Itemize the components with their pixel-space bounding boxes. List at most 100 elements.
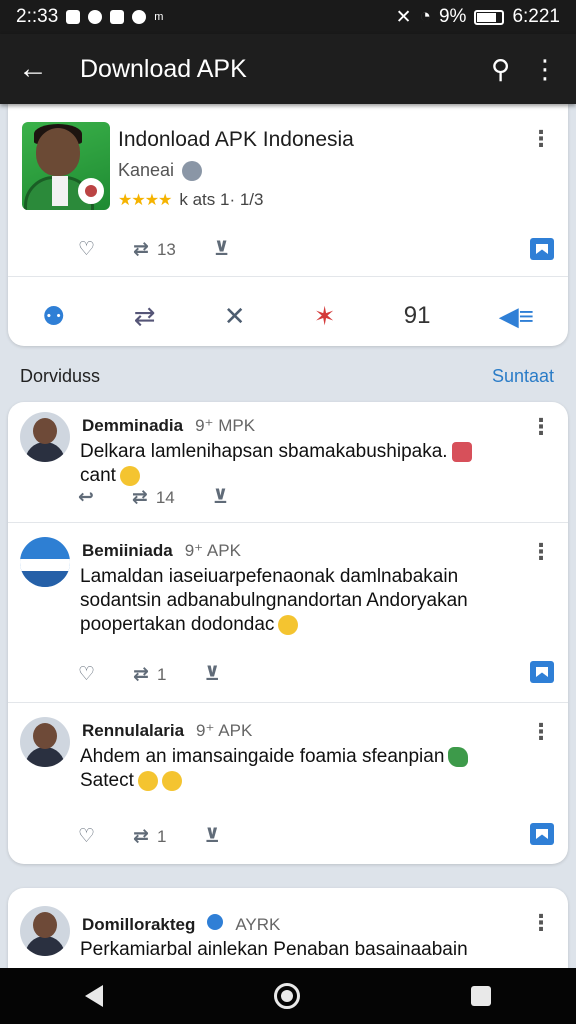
- post-header: Domillorakteg AYRK: [82, 914, 280, 935]
- post-menu-icon[interactable]: ⋮: [530, 414, 552, 440]
- post-text-line: Satect: [80, 770, 134, 791]
- battery-icon: [474, 9, 505, 25]
- wink-emoji-icon: [137, 770, 158, 791]
- post-text-line: Lamaldan iaseiuarpefenaonak damlnabakain: [80, 566, 459, 587]
- bookmark-icon[interactable]: [530, 823, 554, 845]
- share-button[interactable]: ⊻: [204, 825, 219, 848]
- repost-button[interactable]: ⇄ 13: [133, 238, 176, 261]
- post-text-line: poopertakan dodondac: [80, 614, 275, 635]
- heart-icon: ♡: [78, 826, 96, 847]
- post-item[interactable]: Bemiiniada 9⁺ APK ⋮ Lamaldan iaseiuarpef…: [8, 523, 568, 703]
- bookmark-icon[interactable]: [530, 661, 554, 683]
- author-name[interactable]: Domillorakteg: [82, 915, 195, 935]
- post-body: Ahdem an imansaingaide foamia sfeanpian …: [80, 745, 540, 793]
- like-button[interactable]: ♡: [78, 663, 95, 686]
- repost-icon: ⇄: [131, 487, 148, 508]
- repost-icon: ⇄: [133, 239, 149, 260]
- section-title: Dorviduss: [20, 366, 101, 386]
- share-icon: ⊻: [204, 826, 220, 847]
- nav-recents-icon[interactable]: [470, 986, 491, 1006]
- smile-emoji-icon: [119, 465, 140, 486]
- section-link[interactable]: Suntaat: [492, 366, 554, 387]
- location-icon: [132, 10, 147, 24]
- post-text-line: sodantsin adbanabulngnandortan Andoryaka…: [80, 590, 468, 611]
- developer-name: Kaneai: [118, 160, 175, 180]
- card-menu-icon[interactable]: ⋮: [530, 126, 552, 152]
- repost-icon: ⇄: [133, 664, 149, 685]
- share-icon: ⊻: [213, 239, 230, 260]
- post-menu-icon[interactable]: ⋮: [530, 910, 552, 936]
- people-icon[interactable]: ⚉: [42, 301, 65, 332]
- post-menu-icon[interactable]: ⋮: [530, 539, 552, 565]
- reply-button[interactable]: ↩: [78, 486, 94, 509]
- like-button[interactable]: ♡: [78, 825, 95, 848]
- author-tag: 9⁺ APK: [184, 541, 241, 560]
- like-button[interactable]: ♡: [78, 238, 95, 261]
- post-stat-row: ♡ ⇄ 1 ⊻: [78, 663, 258, 686]
- feed-card: Demminadia 9⁺ MPK ⋮ Delkara lamlenihapsa…: [8, 402, 568, 864]
- mute-icon: ✕: [395, 6, 412, 28]
- post-header: Bemiiniada 9⁺ APK: [82, 541, 241, 561]
- section-header: Dorviduss Suntaat: [20, 366, 554, 387]
- author-name[interactable]: Demminadia: [82, 416, 183, 436]
- post-item[interactable]: Demminadia 9⁺ MPK ⋮ Delkara lamlenihapsa…: [8, 402, 568, 522]
- share-icon: ⊻: [204, 664, 220, 685]
- nav-back-icon[interactable]: [85, 985, 104, 1007]
- bookmark-icon[interactable]: [530, 238, 554, 260]
- post-body: Delkara lamlenihapsan sbamakabushipaka. …: [80, 440, 540, 488]
- app-developer: Kaneai: [118, 160, 203, 181]
- app-stat-row: ♡ ⇄ 13 ⊻: [78, 238, 267, 261]
- author-tag: 9⁺ MPK: [195, 416, 256, 435]
- more-vert-icon[interactable]: ⋮: [532, 54, 558, 85]
- badge-icon: [78, 178, 104, 204]
- status-bar: 2::33 m ✕ ◔ 9% 6:221: [0, 0, 576, 34]
- avatar[interactable]: [20, 412, 70, 462]
- repost-count: 1: [156, 664, 167, 684]
- battery-percent: 9%: [438, 6, 467, 27]
- rating-text: k ats 1· 1/3: [179, 190, 264, 209]
- status-clock: 6:221: [512, 6, 560, 27]
- back-arrow-icon[interactable]: ←: [18, 52, 64, 86]
- author-name[interactable]: Rennulalaria: [82, 721, 184, 741]
- post-stat-row: ↩ ⇄ 14 ⊻: [78, 486, 266, 509]
- post-text-line: Perkamiarbal ainlekan Penaban basainaaba…: [80, 939, 468, 960]
- repost-icon: ⇄: [133, 826, 149, 847]
- party-emoji-icon: [278, 614, 299, 635]
- x-icon[interactable]: ✕: [224, 301, 246, 332]
- avatar[interactable]: [20, 906, 70, 956]
- nav-home-icon[interactable]: [273, 983, 300, 1009]
- list-arrow-icon[interactable]: ◀≡: [499, 301, 534, 332]
- share-icon: ⊻: [212, 487, 229, 508]
- share-row: ⚉ ⇄ ✕ ✶ 91 ◀≡: [8, 292, 568, 340]
- repost-button[interactable]: ⇄ 14: [132, 486, 175, 509]
- share-button[interactable]: ⊻: [214, 238, 229, 261]
- heart-emoji-icon: [451, 441, 472, 462]
- verified-icon: [182, 160, 203, 181]
- app-icon[interactable]: [22, 122, 110, 210]
- star-burst-icon[interactable]: ✶: [314, 301, 336, 332]
- repost-button[interactable]: ⇄ 1: [133, 825, 166, 848]
- grin-emoji-icon: [161, 770, 182, 791]
- avatar[interactable]: [20, 717, 70, 767]
- heart-icon: ♡: [78, 664, 96, 685]
- share-count: 91: [403, 302, 431, 329]
- divider: [8, 276, 568, 277]
- reply-icon: ↩: [78, 487, 94, 508]
- post-item[interactable]: Rennulalaria 9⁺ APK ⋮ Ahdem an imansaing…: [8, 703, 568, 863]
- avatar[interactable]: [20, 537, 70, 587]
- repost-button[interactable]: ⇄ 1: [133, 663, 166, 686]
- search-icon[interactable]: ⚲: [491, 54, 510, 85]
- repost-icon[interactable]: ⇄: [134, 301, 156, 332]
- app-bar: ← Download APK ⚲ ⋮: [0, 34, 576, 104]
- post-text-line: cant: [80, 465, 116, 486]
- verified-icon: [207, 914, 224, 930]
- share-button[interactable]: ⊻: [204, 663, 219, 686]
- status-time: 2::33: [16, 6, 59, 27]
- post-body: Perkamiarbal ainlekan Penaban basainaaba…: [80, 938, 540, 962]
- share-button[interactable]: ⊻: [213, 486, 228, 509]
- app-name: Indonload APK Indonesia: [118, 128, 354, 151]
- post-header: Rennulalaria 9⁺ APK: [82, 721, 252, 741]
- system-nav-bar: [0, 968, 576, 1024]
- author-name[interactable]: Bemiiniada: [82, 541, 173, 561]
- post-menu-icon[interactable]: ⋮: [530, 719, 552, 745]
